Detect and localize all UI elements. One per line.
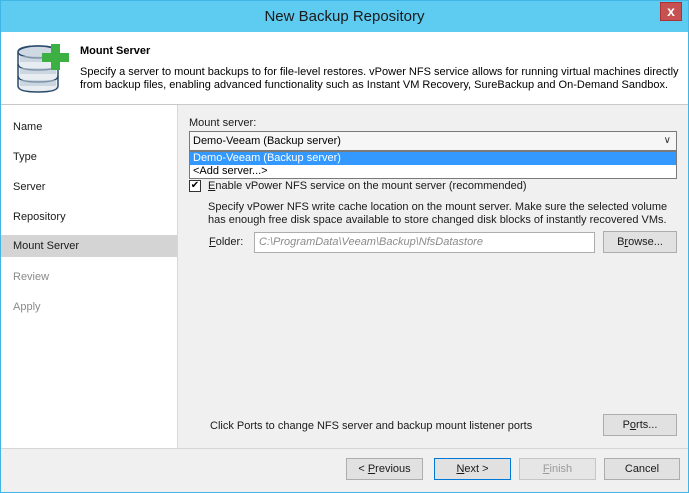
previous-label-post: revious [375, 463, 411, 475]
window-title: New Backup Repository [264, 8, 425, 25]
previous-button[interactable]: < Previous [346, 458, 423, 480]
ports-label-post: rts... [636, 419, 658, 431]
folder-label: Folder: [209, 236, 243, 248]
step-review: Review [13, 271, 50, 283]
checkmark-icon: ✔ [190, 180, 200, 191]
finish-label-post: inish [549, 463, 573, 475]
enable-vpower-nfs-checkbox[interactable]: ✔ [189, 180, 201, 192]
enable-vpower-nfs-label[interactable]: Enable vPower NFS service on the mount s… [208, 180, 527, 192]
next-label-post: ext > [464, 463, 489, 475]
step-name[interactable]: Name [1, 116, 177, 138]
folder-label-accel: F [209, 236, 216, 248]
mount-server-options: Demo-Veeam (Backup server) <Add server..… [189, 151, 677, 179]
cancel-button[interactable]: Cancel [604, 458, 680, 480]
mount-server-label: Mount server: [189, 117, 257, 129]
previous-label-pre: < [358, 463, 368, 475]
close-icon: x [667, 3, 675, 19]
step-mount-server[interactable]: Mount Server [1, 235, 177, 257]
nfs-cache-help-text: Specify vPower NFS write cache location … [208, 201, 668, 226]
wizard-steps-sidebar: Name Type Server Repository Mount Server… [1, 105, 178, 448]
enable-vpower-nfs-text: nable vPower NFS service on the mount se… [215, 180, 527, 192]
step-apply: Apply [13, 301, 41, 313]
mount-server-option-demo-veeam[interactable]: Demo-Veeam (Backup server) [190, 152, 676, 165]
step-type[interactable]: Type [1, 146, 177, 168]
chevron-down-icon[interactable]: ∨ [664, 132, 671, 150]
step-repository[interactable]: Repository [1, 206, 177, 228]
ports-label-pre: P [622, 419, 630, 431]
folder-path-input[interactable]: C:\ProgramData\Veeam\Backup\NfsDatastore [254, 232, 595, 253]
browse-label-post: owse... [628, 236, 663, 248]
mount-server-select[interactable]: Demo-Veeam (Backup server) ∨ [189, 131, 677, 151]
wizard-header: Mount Server Specify a server to mount b… [1, 32, 688, 105]
finish-button: Finish [519, 458, 596, 480]
mount-server-option-add-server[interactable]: <Add server...> [190, 165, 676, 177]
title-bar[interactable]: New Backup Repository x [1, 1, 688, 32]
close-button[interactable]: x [660, 2, 682, 21]
folder-label-text: older: [215, 236, 244, 248]
header-description: Specify a server to mount backups to for… [80, 66, 679, 91]
new-backup-repository-window: New Backup Repository x Mount Server Spe… [0, 0, 689, 493]
browse-button[interactable]: Browse... [603, 231, 677, 253]
wizard-footer: < Previous Next > Finish Cancel [1, 448, 688, 492]
finish-label-accel: F [542, 463, 550, 475]
ports-button[interactable]: Ports... [603, 414, 677, 436]
ports-help-text: Click Ports to change NFS server and bac… [210, 420, 533, 432]
mount-server-panel: Mount server: Demo-Veeam (Backup server)… [178, 105, 688, 448]
database-add-icon [17, 44, 69, 93]
next-button[interactable]: Next > [434, 458, 511, 480]
header-title: Mount Server [80, 45, 151, 57]
step-server[interactable]: Server [1, 176, 177, 198]
mount-server-selected-value: Demo-Veeam (Backup server) [193, 135, 341, 147]
